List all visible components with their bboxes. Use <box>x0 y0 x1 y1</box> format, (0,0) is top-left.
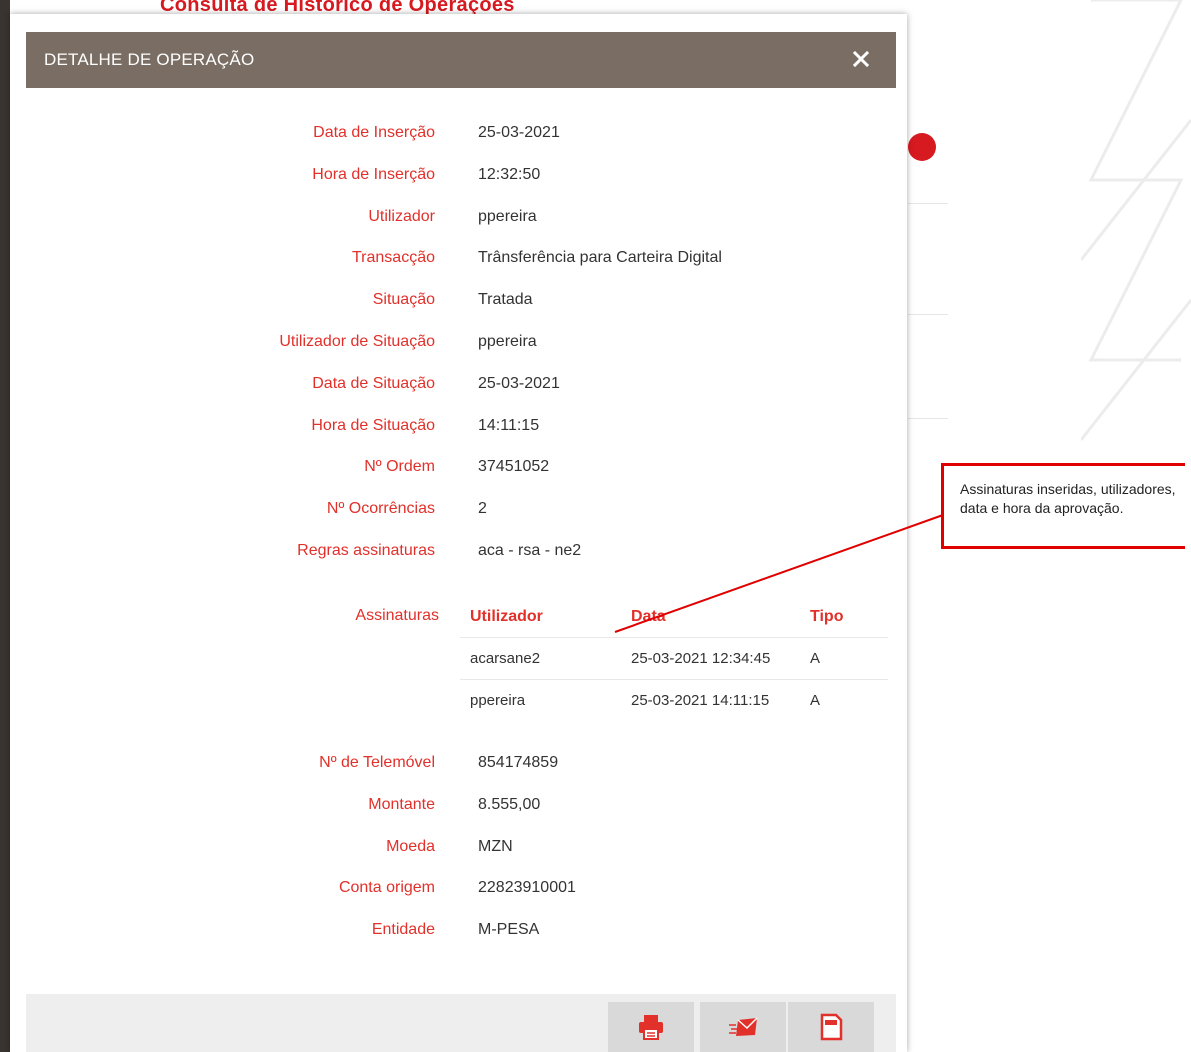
background-red-badge <box>908 133 936 161</box>
background-decoration <box>1081 0 1191 441</box>
send-email-icon <box>729 1017 758 1036</box>
background-divider <box>908 314 948 315</box>
detail-row: Hora de Inserção 12:32:50 <box>10 163 907 187</box>
detail-value: 12:32:50 <box>478 165 541 183</box>
detail-label: Nº de Telemóvel <box>319 754 435 771</box>
send-email-button[interactable] <box>700 1002 786 1052</box>
background-divider <box>908 203 948 204</box>
detail-label: Conta origem <box>338 879 435 897</box>
detail-value: ppereira <box>478 333 537 350</box>
column-header-utilizador: Utilizador <box>470 608 543 625</box>
detail-value: aca - rsa - ne2 <box>478 542 582 559</box>
detail-row: Data de Inserção 25-03-2021 <box>10 121 907 145</box>
detail-value: 2 <box>478 500 487 518</box>
detail-row: Nº de Telemóvel 854174859 <box>10 751 907 775</box>
signatures-label: Assinaturas <box>355 607 439 624</box>
operation-detail-modal: DETALHE DE OPERAÇÃO Data de Inserção 25-0… <box>10 14 907 1052</box>
detail-value: 854174859 <box>478 754 559 771</box>
column-header-tipo: Tipo <box>810 608 844 625</box>
background-page-edge <box>0 0 10 1052</box>
detail-label: Utilizador de Situação <box>279 333 435 350</box>
detail-value: ppereira <box>478 207 537 225</box>
detail-row: Utilizador ppereira <box>10 205 907 229</box>
signature-type: A <box>810 650 821 667</box>
detail-row: Conta origem 22823910001 <box>10 876 907 900</box>
detail-value: 22823910001 <box>478 879 576 897</box>
column-header-data: Data <box>631 608 666 625</box>
detail-label: Data de Situação <box>312 374 435 392</box>
detail-value: 37451052 <box>478 458 550 476</box>
signature-date: 25-03-2021 12:34:45 <box>631 650 771 667</box>
detail-value: Trânsferência para Carteira Digital <box>478 249 722 267</box>
callout-text: Assinaturas inseridas, utilizadores, dat… <box>960 481 1176 516</box>
pdf-document-icon <box>820 1013 843 1041</box>
signature-user: acarsane2 <box>470 650 541 667</box>
detail-row: Regras assinaturas aca - rsa - ne2 <box>10 539 907 563</box>
detail-row: Nº Ordem 37451052 <box>10 455 907 479</box>
print-button[interactable] <box>608 1002 694 1052</box>
detail-row: Nº Ocorrências 2 <box>10 497 907 521</box>
table-row: ppereira 25-03-2021 14:11:15 A <box>460 680 888 721</box>
detail-label: Hora de Situação <box>311 416 435 434</box>
detail-value: M-PESA <box>478 921 540 939</box>
signatures-table-header: Utilizador Data Tipo <box>460 596 888 638</box>
pdf-button[interactable] <box>788 1002 874 1052</box>
annotation-callout: Assinaturas inseridas, utilizadores, dat… <box>941 463 1185 549</box>
detail-label: Entidade <box>371 921 435 939</box>
detail-value: 8.555,00 <box>478 795 541 813</box>
signature-date: 25-03-2021 14:11:15 <box>631 692 770 709</box>
detail-label: Hora de Inserção <box>312 165 435 183</box>
detail-row: Montante 8.555,00 <box>10 793 907 817</box>
print-icon <box>639 1015 663 1040</box>
detail-value: 14:11:15 <box>478 416 540 434</box>
detail-row: Situação Tratada <box>10 288 907 312</box>
detail-label: Data de Inserção <box>313 124 435 141</box>
detail-label: Montante <box>368 795 435 813</box>
detail-label: Moeda <box>386 837 435 855</box>
modal-footer <box>26 994 896 1052</box>
detail-row: Transacção Trânsferência para Carteira Di… <box>10 246 907 270</box>
modal-header: DETALHE DE OPERAÇÃO <box>26 32 896 88</box>
table-row: acarsane2 25-03-2021 12:34:45 A <box>460 638 888 680</box>
signature-type: A <box>810 692 821 709</box>
detail-label: Transacção <box>352 249 435 267</box>
signatures-table: Utilizador Data Tipo acarsane2 25-03-202… <box>460 596 888 721</box>
close-button[interactable] <box>846 44 876 74</box>
background-divider <box>908 418 948 419</box>
background-page-title: Consulta de Histórico de Operações <box>160 0 515 14</box>
detail-value: 25-03-2021 <box>478 124 560 141</box>
detail-label: Nº Ordem <box>364 458 435 476</box>
detail-row: Utilizador de Situação ppereira <box>10 330 907 354</box>
detail-row: Data de Situação 25-03-2021 <box>10 372 907 396</box>
detail-value: MZN <box>478 837 513 855</box>
detail-label: Regras assinaturas <box>297 542 435 559</box>
detail-row: Moeda MZN <box>10 835 907 859</box>
detail-label: Situação <box>372 291 435 309</box>
detail-value: Tratada <box>478 291 533 309</box>
detail-row: Hora de Situação 14:11:15 <box>10 414 907 438</box>
detail-label: Utilizador <box>368 207 435 225</box>
detail-value: 25-03-2021 <box>478 374 560 392</box>
signature-user: ppereira <box>470 692 526 709</box>
detail-label: Nº Ocorrências <box>326 500 435 518</box>
detail-row: Entidade M-PESA <box>10 918 907 942</box>
close-icon <box>853 51 869 67</box>
modal-title: DETALHE DE OPERAÇÃO <box>44 50 255 69</box>
